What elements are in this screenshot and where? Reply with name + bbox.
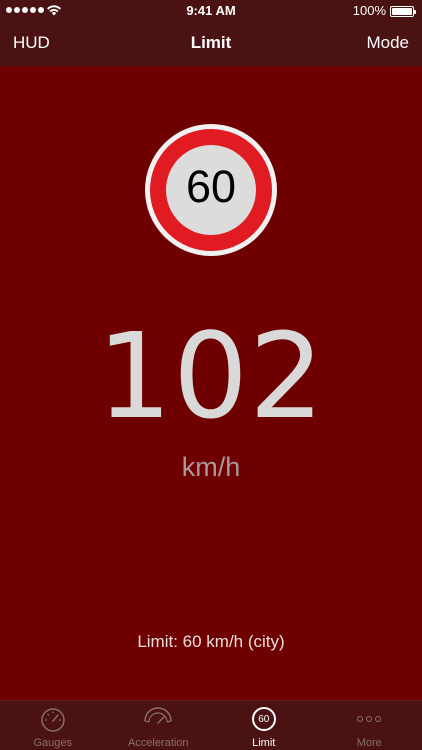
main-content: 60 102 km/h Limit: 60 km/h (city): [0, 66, 422, 700]
tab-label: Gauges: [33, 737, 73, 749]
speed-limit-sign: 60: [145, 124, 277, 256]
acceleration-icon: [144, 707, 172, 724]
tab-gauges[interactable]: Gauges: [0, 701, 106, 750]
page-title: Limit: [190, 33, 232, 52]
speed-limit-sign-center: 60: [166, 145, 256, 235]
tab-acceleration[interactable]: Acceleration: [106, 701, 212, 750]
speed-unit: km/h: [181, 452, 241, 482]
mode-button[interactable]: Mode: [366, 33, 409, 53]
tab-bar: Gauges Acceleration 60 Limit More: [0, 700, 422, 750]
tab-label: Limit: [252, 737, 276, 749]
battery-icon: [390, 6, 416, 17]
tab-label: More: [356, 737, 382, 749]
battery-percentage: 100%: [352, 3, 386, 18]
tab-more[interactable]: More: [317, 701, 422, 750]
status-bar: 9:41 AM 100%: [0, 0, 422, 22]
more-icon: [357, 716, 382, 722]
speed-limit-icon: 60: [251, 707, 276, 731]
tab-limit[interactable]: 60 Limit: [211, 701, 317, 750]
tab-label: Acceleration: [127, 737, 189, 749]
limit-description: Limit: 60 km/h (city): [137, 632, 285, 651]
gauge-icon: [41, 708, 65, 732]
navigation-bar: HUD Limit Mode: [0, 22, 422, 66]
speed-limit-value: 60: [185, 161, 237, 212]
current-speed: 102: [96, 307, 326, 445]
